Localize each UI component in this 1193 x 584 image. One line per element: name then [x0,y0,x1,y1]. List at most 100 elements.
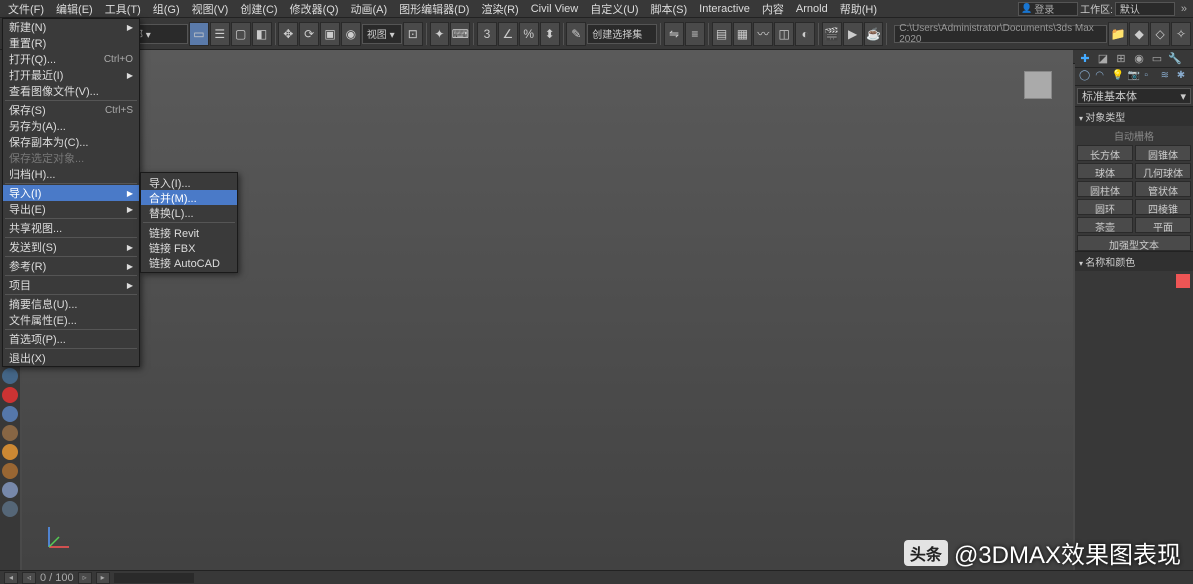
file-menu-item[interactable]: 保存(S)Ctrl+S [3,102,139,118]
layer-explorer-icon[interactable]: ▤ [712,22,732,46]
cameras-icon[interactable]: 📷 [1128,70,1140,84]
select-name-icon[interactable]: ☰ [210,22,230,46]
menu-help[interactable]: 帮助(H) [834,0,883,18]
color-swatch[interactable] [1176,274,1190,288]
menu-views[interactable]: 视图(V) [186,0,235,18]
btn-sphere[interactable]: 球体 [1077,163,1133,179]
material-icon[interactable] [2,444,18,460]
next-frame-icon[interactable]: ▹ [78,572,92,584]
file-menu-item[interactable]: 重置(R) [3,35,139,51]
render-frame-icon[interactable]: ▶ [843,22,863,46]
chevron-right-icon[interactable]: » [1181,3,1187,15]
menu-animation[interactable]: 动画(A) [345,0,394,18]
menu-tools[interactable]: 工具(T) [99,0,147,18]
modify-tab-icon[interactable]: ◪ [1096,52,1110,66]
angle-snap-icon[interactable]: ∠ [498,22,518,46]
curve-editor-icon[interactable]: 〰 [753,22,773,46]
btn-box[interactable]: 长方体 [1077,145,1133,161]
geometry-icon[interactable]: ◯ [1079,70,1091,84]
file-menu-item[interactable]: 另存为(A)... [3,118,139,134]
display-tab-icon[interactable]: ▭ [1150,52,1164,66]
menu-create[interactable]: 创建(C) [234,0,283,18]
folder-icon[interactable]: 📁 [1108,22,1128,46]
toggle-ribbon-icon[interactable]: ▦ [733,22,753,46]
file-menu-item[interactable]: 文件属性(E)... [3,312,139,328]
spacewarps-icon[interactable]: ≋ [1161,70,1173,84]
category-dropdown[interactable]: 标准基本体▾ [1077,88,1191,104]
name-color-header[interactable]: 名称和颜色 [1075,251,1193,271]
file-menu-item[interactable]: 项目▶ [3,277,139,293]
align-icon[interactable]: ≡ [685,22,705,46]
schematic-view-icon[interactable]: ◫ [774,22,794,46]
move-icon[interactable]: ✥ [278,22,298,46]
tool-x1[interactable]: ◆ [1129,22,1149,46]
spinner-snap-icon[interactable]: ⬍ [540,22,560,46]
object-type-header[interactable]: 对象类型 [1075,106,1193,126]
camera-icon[interactable] [2,406,18,422]
menu-interactive[interactable]: Interactive [693,2,756,16]
texture-icon[interactable] [2,463,18,479]
menu-graph-editors[interactable]: 图形编辑器(D) [393,0,475,18]
import-submenu-item[interactable]: 合并(M)... [141,190,237,205]
snap-toggle-icon[interactable]: 3 [477,22,497,46]
percent-snap-icon[interactable]: % [519,22,539,46]
file-menu-item[interactable]: 归档(H)... [3,166,139,182]
file-menu-item[interactable]: 退出(X) [3,350,139,366]
render-production-icon[interactable]: ☕ [864,22,884,46]
motion-tab-icon[interactable]: ◉ [1132,52,1146,66]
light-icon[interactable] [2,387,18,403]
file-menu-item[interactable]: 打开(Q)...Ctrl+O [3,51,139,67]
menu-edit[interactable]: 编辑(E) [50,0,99,18]
import-submenu-item[interactable]: 替换(L)... [141,205,237,220]
file-menu-item[interactable]: 摘要信息(U)... [3,296,139,312]
file-menu-item[interactable]: 共享视图... [3,220,139,236]
file-menu-item[interactable]: 新建(N)▶ [3,19,139,35]
btn-cone[interactable]: 圆锥体 [1135,145,1191,161]
menu-scripting[interactable]: 脚本(S) [645,0,694,18]
pivot-icon[interactable]: ⊡ [403,22,423,46]
create-tab-icon[interactable]: ✚ [1078,52,1092,66]
prev-frame-icon[interactable]: ◃ [22,572,36,584]
shapes-icon[interactable]: ◠ [1095,70,1107,84]
placement-icon[interactable]: ◉ [341,22,361,46]
select-icon[interactable]: ▭ [189,22,209,46]
import-submenu-item[interactable]: 链接 Revit [141,225,237,240]
file-menu-item[interactable]: 首选项(P)... [3,331,139,347]
systems-icon[interactable]: ✱ [1177,70,1189,84]
keyboard-icon[interactable]: ⌨ [450,22,470,46]
file-menu-item[interactable]: 查看图像文件(V)... [3,83,139,99]
tool-x3[interactable]: ✧ [1171,22,1191,46]
btn-torus[interactable]: 圆环 [1077,199,1133,215]
lights-icon[interactable]: 💡 [1111,70,1123,84]
scale-icon[interactable]: ▣ [320,22,340,46]
menu-modifiers[interactable]: 修改器(Q) [284,0,345,18]
login-box[interactable]: 👤 登录 [1018,2,1078,16]
menu-group[interactable]: 组(G) [147,0,186,18]
file-menu-item[interactable]: 打开最近(I)▶ [3,67,139,83]
file-menu-item[interactable]: 发送到(S)▶ [3,239,139,255]
import-submenu-item[interactable]: 链接 AutoCAD [141,255,237,270]
menu-file[interactable]: 文件(F) [2,0,50,18]
window-crossing-icon[interactable]: ◧ [252,22,272,46]
sphere-icon[interactable] [2,482,18,498]
render-setup-icon[interactable]: 🎬 [822,22,842,46]
file-menu-item[interactable]: 导入(I)▶ [3,185,139,201]
viewport[interactable] [22,50,1073,570]
material-editor-icon[interactable]: ◐ [795,22,815,46]
prev-key-icon[interactable]: ◂ [4,572,18,584]
btn-plane[interactable]: 平面 [1135,217,1191,233]
edit-selection-set-icon[interactable]: ✎ [566,22,586,46]
file-menu-item[interactable]: 保存副本为(C)... [3,134,139,150]
manipulate-icon[interactable]: ✦ [430,22,450,46]
hierarchy-tab-icon[interactable]: ⊞ [1114,52,1128,66]
menu-customize[interactable]: 自定义(U) [584,0,644,18]
object-icon[interactable] [2,425,18,441]
btn-teapot[interactable]: 茶壶 [1077,217,1133,233]
viewcube[interactable] [1013,60,1063,110]
file-menu-item[interactable]: 导出(E)▶ [3,201,139,217]
btn-cylinder[interactable]: 圆柱体 [1077,181,1133,197]
menu-arnold[interactable]: Arnold [790,2,834,16]
file-menu-item[interactable]: 参考(R)▶ [3,258,139,274]
globe-icon[interactable] [2,368,18,384]
rotate-icon[interactable]: ⟳ [299,22,319,46]
